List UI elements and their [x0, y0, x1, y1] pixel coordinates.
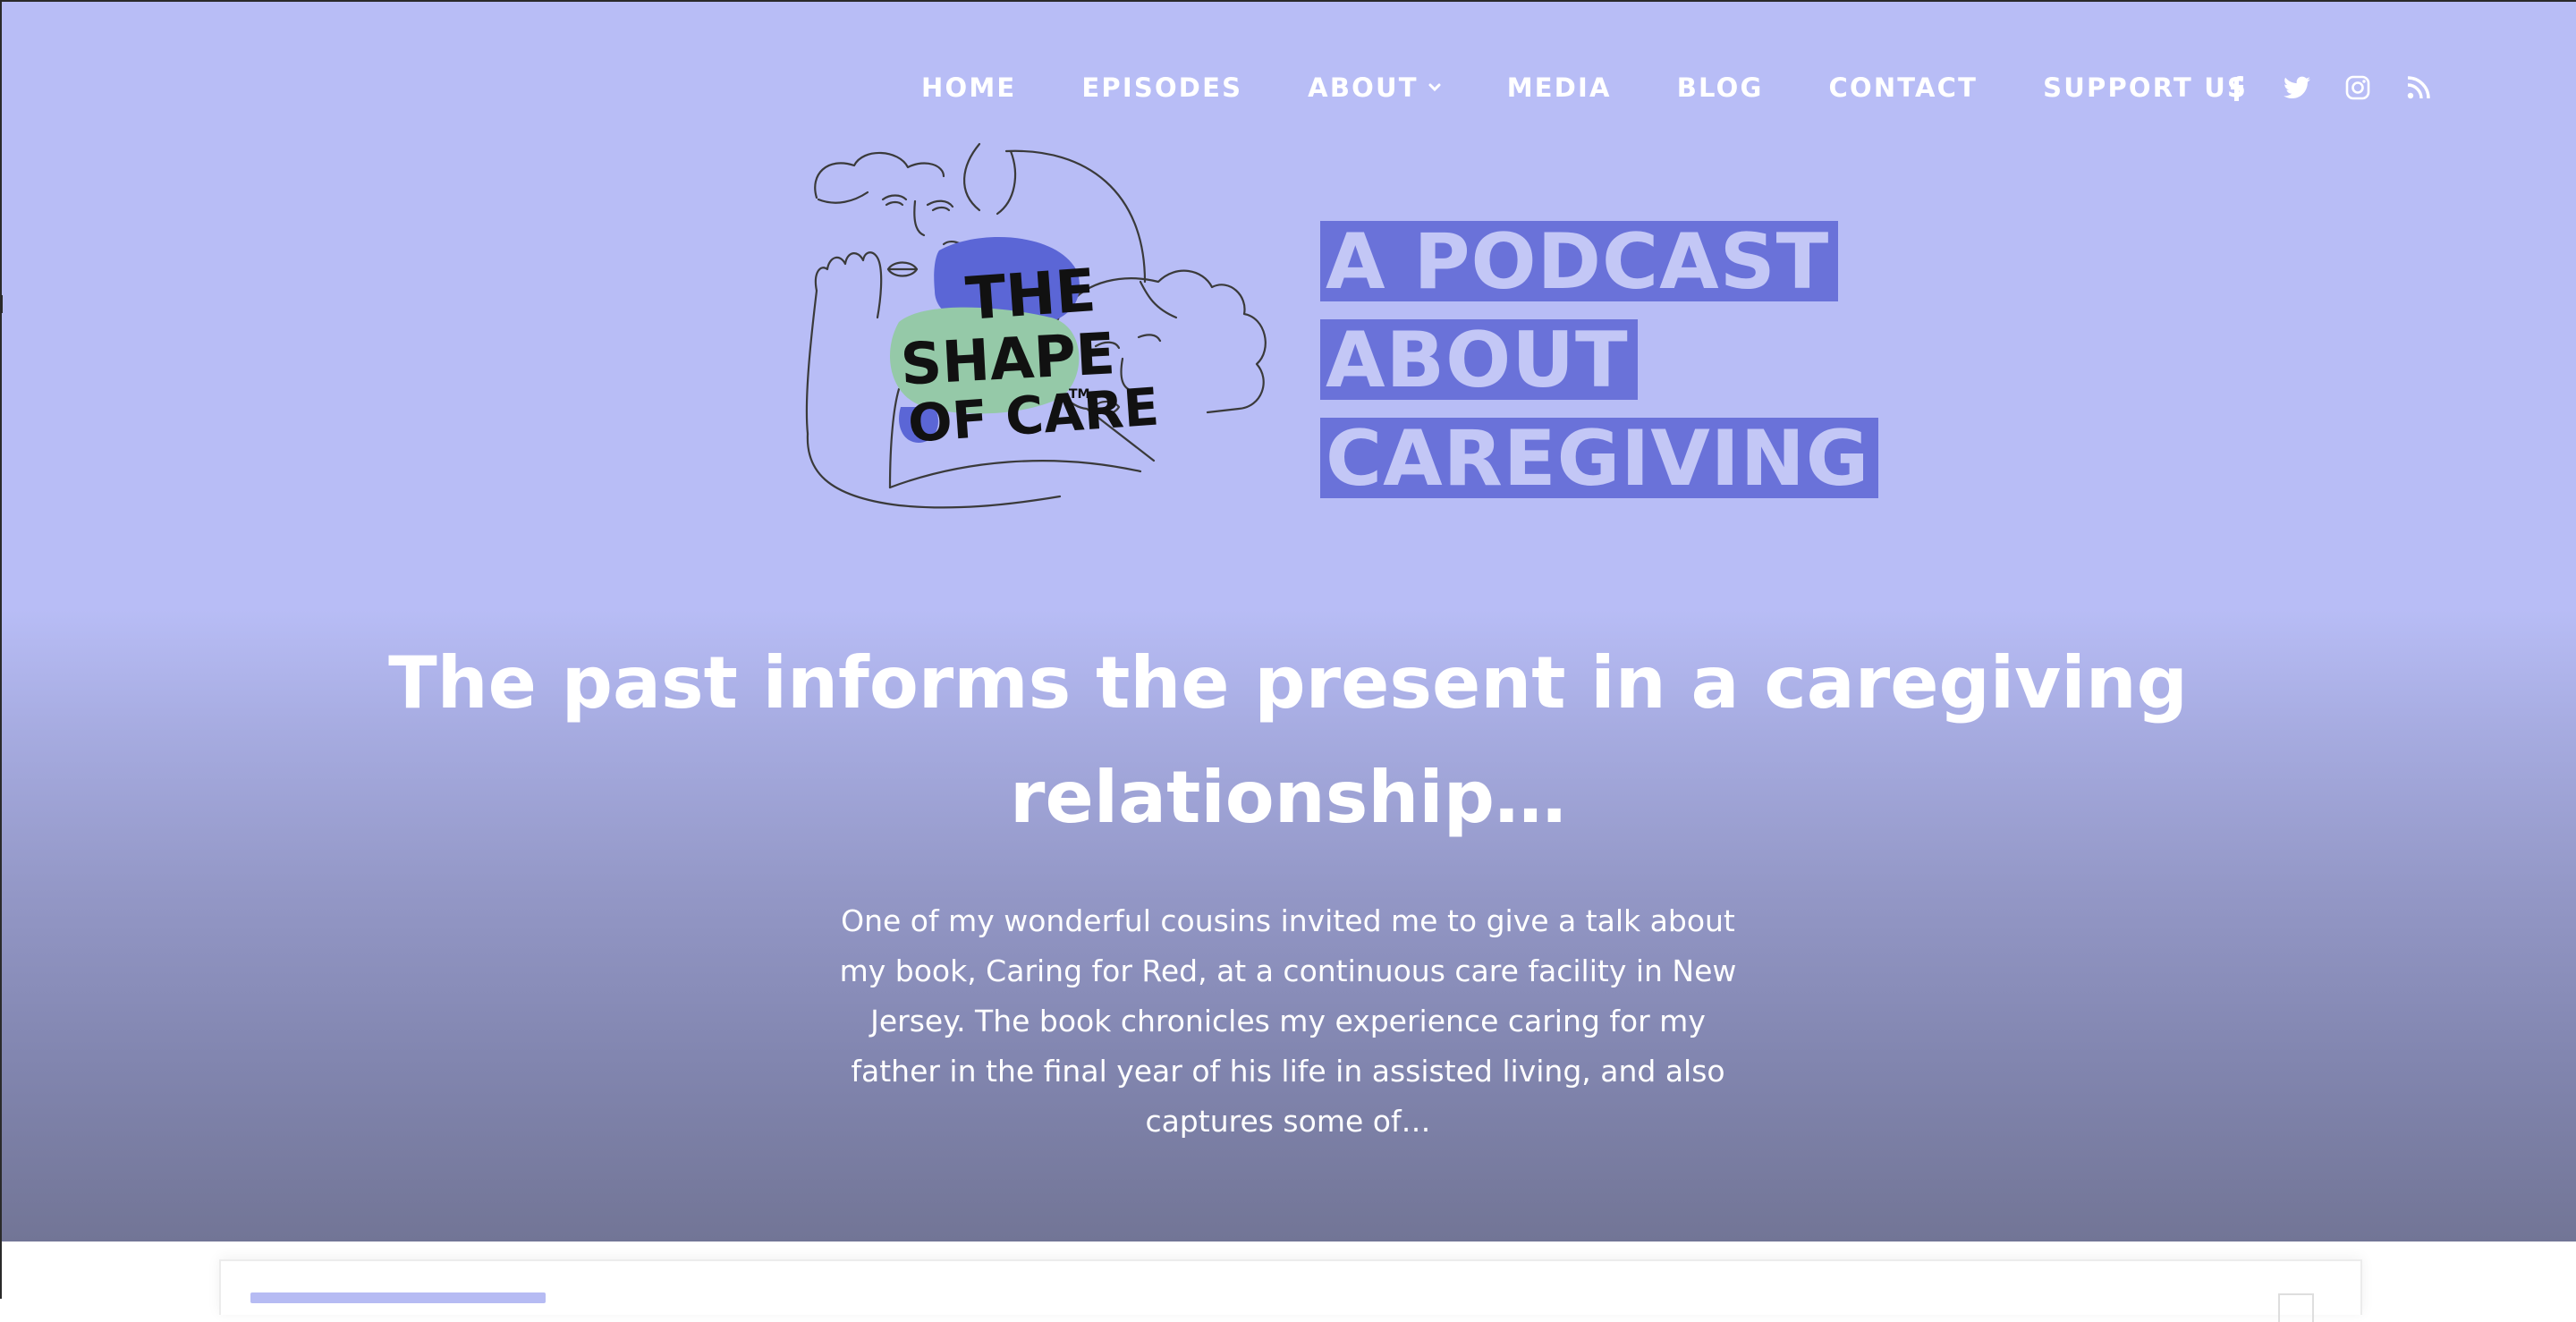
nav-about[interactable]: ABOUT	[1308, 72, 1442, 103]
tagline-line-3: CAREGIVING	[1320, 418, 1879, 498]
card-corner-box	[2278, 1293, 2314, 1322]
post-headline[interactable]: The past informs the present in a caregi…	[322, 626, 2254, 855]
post-excerpt: One of my wonderful cousins invited me t…	[839, 903, 1737, 1139]
nav-blog[interactable]: BLOG	[1677, 72, 1764, 103]
nav-blog-label: BLOG	[1676, 72, 1764, 103]
nav-episodes-label: EPISODES	[1081, 72, 1243, 103]
window-edge-mark	[0, 295, 3, 313]
tagline-line-2: ABOUT	[1320, 319, 1638, 400]
nav-media[interactable]: MEDIA	[1507, 72, 1612, 103]
content-card	[219, 1259, 2362, 1322]
nav-contact[interactable]: CONTACT	[1829, 72, 1979, 103]
nav-support-us-label: SUPPORT US	[2043, 72, 2249, 103]
nav-home-label: HOME	[921, 72, 1017, 103]
svg-text:THE: THE	[963, 256, 1097, 334]
nav-media-label: MEDIA	[1506, 72, 1612, 103]
rss-icon[interactable]	[2401, 70, 2436, 106]
shape-of-care-logo[interactable]: THE SHAPE OF CARE TM	[801, 139, 1301, 586]
chevron-down-icon	[1428, 83, 1441, 92]
nav-episodes[interactable]: EPISODES	[1081, 72, 1242, 103]
nav-contact-label: CONTACT	[1828, 72, 1979, 103]
nav-support-us[interactable]: SUPPORT US	[2043, 72, 2248, 103]
nav-about-label: ABOUT	[1308, 72, 1419, 103]
svg-text:TM: TM	[1069, 387, 1089, 402]
nav-home[interactable]: HOME	[921, 72, 1016, 103]
logo-tagline: A PODCAST ABOUT CAREGIVING	[1320, 221, 1879, 516]
social-links	[2218, 70, 2462, 106]
twitter-icon[interactable]	[2279, 70, 2315, 106]
tagline-line-1: A PODCAST	[1320, 221, 1839, 301]
hero-banner: HOME EPISODES ABOUT MEDIA BLOG CONTACT S…	[0, 0, 2576, 1241]
instagram-icon[interactable]	[2340, 70, 2376, 106]
card-header-bar	[250, 1292, 546, 1303]
facebook-icon[interactable]	[2218, 70, 2254, 106]
main-nav: HOME EPISODES ABOUT MEDIA BLOG CONTACT S…	[921, 68, 2313, 107]
